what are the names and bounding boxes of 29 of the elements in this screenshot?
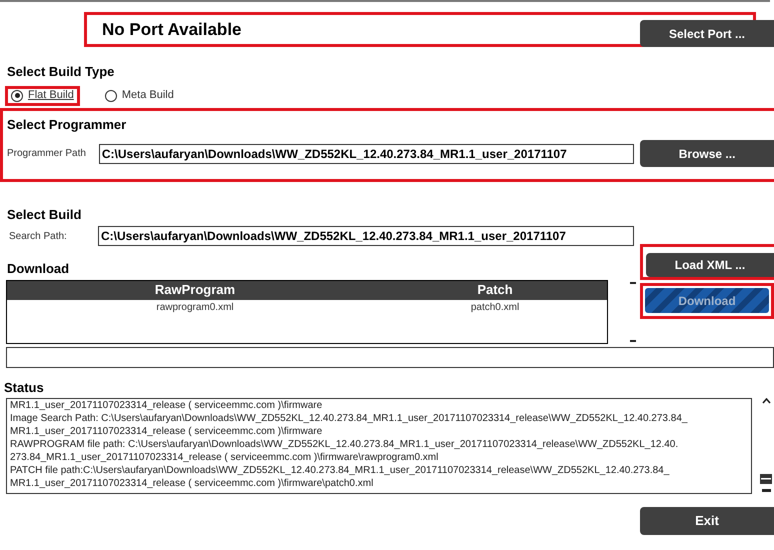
section-title: Status — [4, 378, 45, 396]
exit-button[interactable]: Exit — [640, 507, 774, 535]
table-cell-text: rawprogram0.xml — [155, 301, 235, 315]
section-title: Select Build — [7, 206, 82, 224]
radio-option[interactable]: Flat Build — [5, 86, 80, 106]
path-field[interactable]: C:\Users\aufaryan\Downloads\WW_ZD552KL_12.40.273.84_MR1.1_user_20171107 — [98, 144, 634, 164]
field-label: Programmer Path — [7, 147, 87, 161]
log-line: Image Search Path: C:\Users\aufaryan\Downloads\WW_ZD552KL_12.40.273.84_MR1.1_user_20171107023314_release\WW_ZD552KL_12.40.273.84_ — [10, 412, 688, 425]
section-title: Select Programmer — [7, 116, 128, 134]
scroll-up-icon[interactable] — [762, 398, 770, 404]
log-line: MR1.1_user_20171107023314_release ( serviceemmc.com )\firmware — [10, 425, 324, 438]
log-line: 273.84_MR1.1_user_20171107023314_release ( serviceemmc.com )\firmware\rawprogram0.xml — [10, 451, 440, 464]
log-line: MR1.1_user_20171107023314_release ( serviceemmc.com )\firmware — [10, 399, 324, 412]
section-title: Download — [7, 260, 70, 278]
column-header: Patch — [476, 281, 514, 300]
path-field[interactable]: C:\Users\aufaryan\Downloads\WW_ZD552KL_12.40.273.84_MR1.1_user_20171107 — [98, 226, 634, 246]
radio-option[interactable]: Meta Build — [102, 86, 177, 106]
load-xml-button[interactable]: Load XML ... — [646, 252, 774, 276]
table-cell-text: patch0.xml — [470, 301, 520, 315]
scroll-thumb-icon[interactable] — [760, 474, 772, 484]
browse-button[interactable]: Browse ... — [640, 140, 774, 167]
column-header: RawProgram — [154, 281, 236, 300]
select-port-button[interactable]: Select Port ... — [640, 20, 774, 47]
field-label: Search Path: — [9, 230, 68, 244]
log-line: MR1.1_user_20171107023314_release ( serviceemmc.com )\firmware\patch0.xml — [10, 477, 374, 490]
port-status: No Port Available — [102, 18, 242, 41]
log-line: PATCH file path:C:\Users\aufaryan\Downloads\WW_ZD552KL_12.40.273.84_MR1.1_user_20171107023314_release\WW_ZD552KL_12.40.273.84_ — [10, 464, 670, 477]
section-title: Select Build Type — [7, 63, 116, 81]
log-line: RAWPROGRAM file path: C:\Users\aufaryan\Downloads\WW_ZD552KL_12.40.273.84_MR1.1_user_20171107023314_release\WW_ZD552KL_12.40. — [10, 438, 680, 451]
